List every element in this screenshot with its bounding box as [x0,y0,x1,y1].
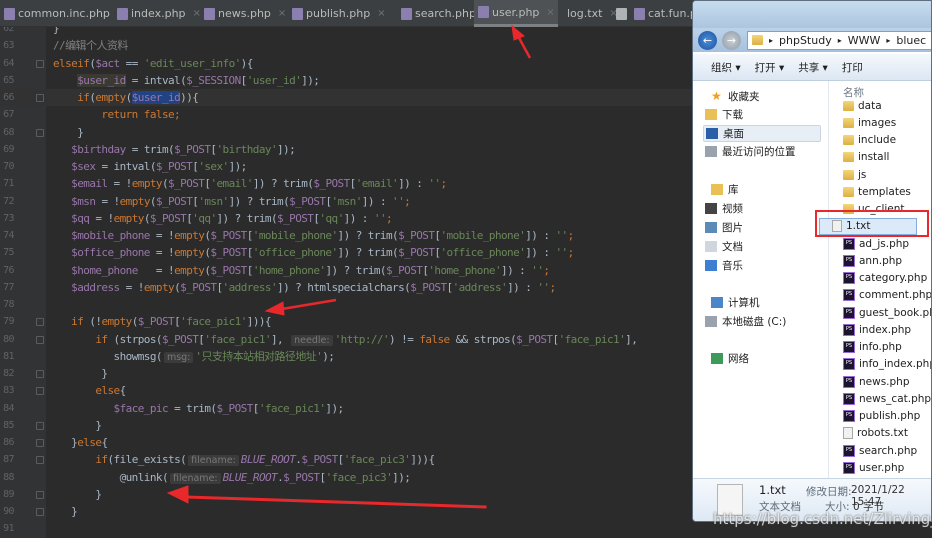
red-arrow-annotation-line78 [264,298,337,316]
annotation-layer [166,24,532,509]
red-arrow-annotation-line89 [166,485,487,509]
red-arrow-annotation-tab [511,24,532,59]
